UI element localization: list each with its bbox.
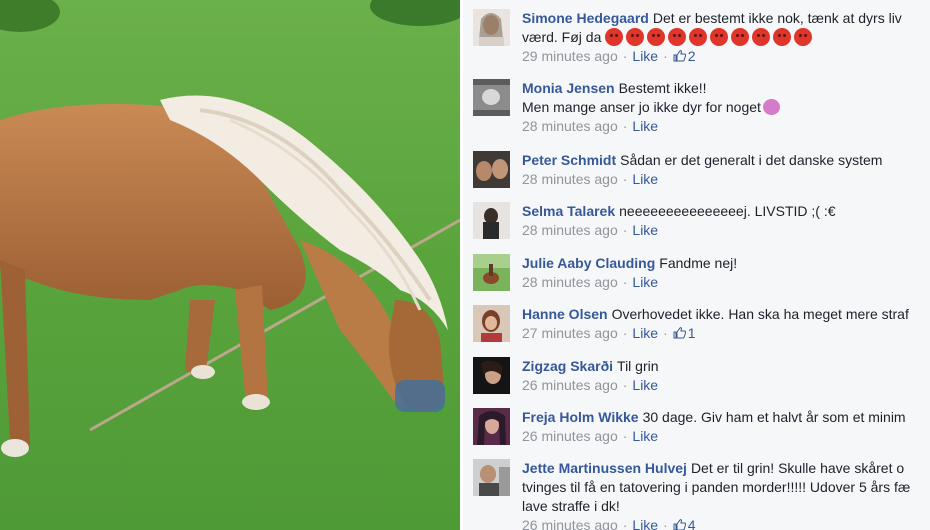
comment-text: Men mange anser jo ikke dyr for noget xyxy=(522,99,761,115)
angry-emoji-icon xyxy=(794,28,813,46)
pony-photo xyxy=(0,0,460,530)
avatar[interactable] xyxy=(473,151,510,188)
comment-time[interactable]: 27 minutes ago xyxy=(522,325,618,341)
angry-emoji-icon xyxy=(689,28,708,46)
comment-time[interactable]: 26 minutes ago xyxy=(522,428,618,444)
devil-emoji-icon xyxy=(762,99,780,115)
like-button[interactable]: Like xyxy=(632,48,658,64)
like-button[interactable]: Like xyxy=(632,274,658,290)
comment-text: Det er bestemt ikke nok, tænk at dyrs li… xyxy=(652,10,902,26)
comment-time[interactable]: 28 minutes ago xyxy=(522,274,618,290)
comment-time[interactable]: 26 minutes ago xyxy=(522,377,618,393)
like-count-value: 4 xyxy=(687,517,696,530)
like-button[interactable]: Like xyxy=(632,517,658,530)
angry-emoji-icon xyxy=(668,28,687,46)
like-button[interactable]: Like xyxy=(632,325,658,341)
like-button[interactable]: Like xyxy=(632,377,658,393)
like-button[interactable]: Like xyxy=(632,428,658,444)
like-count-value: 1 xyxy=(687,325,696,341)
angry-emoji-icon xyxy=(773,28,792,46)
comment-time[interactable]: 26 minutes ago xyxy=(522,517,618,530)
like-button[interactable]: Like xyxy=(632,222,658,238)
like-count[interactable]: 1 xyxy=(673,325,696,341)
comment-text: neeeeeeeeeeeeeeej. LIVSTID ;( :€ xyxy=(619,203,836,219)
comment-author[interactable]: Simone Hedegaard xyxy=(522,10,649,26)
avatar[interactable] xyxy=(473,9,510,46)
angry-emoji-icon xyxy=(731,28,750,46)
comment-author[interactable]: Selma Talarek xyxy=(522,203,615,219)
comment-time[interactable]: 28 minutes ago xyxy=(522,171,618,187)
like-count-value: 2 xyxy=(687,48,696,64)
angry-emoji-icon xyxy=(710,28,729,46)
comment-author[interactable]: Peter Schmidt xyxy=(522,152,616,168)
like-button[interactable]: Like xyxy=(632,171,658,187)
comment-author[interactable]: Jette Martinussen Hulvej xyxy=(522,460,687,476)
comment-text: Fandme nej! xyxy=(659,255,738,271)
comment-text: Overhovedet ikke. Han ska ha meget mere … xyxy=(611,306,909,322)
angry-emoji-icon xyxy=(647,28,666,46)
comment-text: lave straffe i dk! xyxy=(522,498,620,514)
comment-text: Bestemt ikke!! xyxy=(618,80,707,96)
like-count[interactable]: 2 xyxy=(673,48,696,64)
thumbs-up-icon xyxy=(673,519,686,530)
avatar[interactable] xyxy=(473,408,510,445)
avatar[interactable] xyxy=(473,202,510,239)
comments-feed[interactable]: Simone Hedegaard Det er bestemt ikke nok,… xyxy=(463,0,930,530)
comment-time[interactable]: 29 minutes ago xyxy=(522,48,618,64)
angry-emoji-row xyxy=(605,28,815,46)
angry-emoji-icon xyxy=(752,28,771,46)
comment-text: værd. Føj da xyxy=(522,29,602,45)
comment-time[interactable]: 28 minutes ago xyxy=(522,118,618,134)
avatar[interactable] xyxy=(473,305,510,342)
comment-author[interactable]: Monia Jensen xyxy=(522,80,615,96)
comment-author[interactable]: Freja Holm Wikke xyxy=(522,409,639,425)
avatar[interactable] xyxy=(473,357,510,394)
like-button[interactable]: Like xyxy=(632,118,658,134)
comment-text: tvinges til få en tatovering i panden mo… xyxy=(522,479,911,495)
thumbs-up-icon xyxy=(673,50,686,62)
like-count[interactable]: 4 xyxy=(673,517,696,530)
thumbs-up-icon xyxy=(673,327,686,339)
comment-author[interactable]: Zigzag Skarði xyxy=(522,358,613,374)
comment-text: Det er til grin! Skulle have skåret o xyxy=(690,460,905,476)
avatar[interactable] xyxy=(473,79,510,116)
comment-author[interactable]: Hanne Olsen xyxy=(522,306,608,322)
comment-text: Sådan er det generalt i det danske syste… xyxy=(620,152,883,168)
comment-author[interactable]: Julie Aaby Clauding xyxy=(522,255,655,271)
comment-text: 30 dage. Giv ham et halvt år som et mini… xyxy=(642,409,906,425)
comment-text: Til grin xyxy=(617,358,659,374)
angry-emoji-icon xyxy=(626,28,645,46)
angry-emoji-icon xyxy=(605,28,624,46)
avatar[interactable] xyxy=(473,459,510,496)
comment-time[interactable]: 28 minutes ago xyxy=(522,222,618,238)
avatar[interactable] xyxy=(473,254,510,291)
